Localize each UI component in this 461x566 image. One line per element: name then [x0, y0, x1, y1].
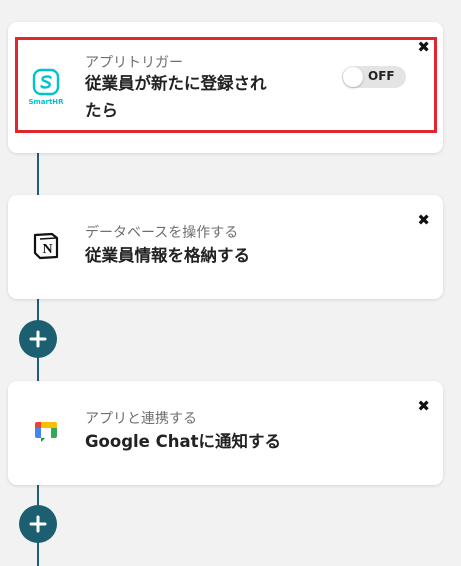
google-chat-icon	[28, 414, 64, 450]
step-category: アプリと連携する	[85, 411, 197, 427]
step-title: Google Chatに通知する	[85, 432, 281, 451]
close-icon[interactable]: ✖	[417, 39, 430, 55]
notion-icon: N	[28, 228, 64, 264]
smarthr-icon: SmartHR	[28, 66, 64, 108]
step-title: 従業員情報を格納する	[85, 246, 250, 265]
toggle-knob	[343, 67, 363, 87]
plus-icon	[29, 330, 47, 348]
add-step-button[interactable]	[19, 320, 57, 358]
close-icon[interactable]: ✖	[417, 398, 430, 414]
trigger-toggle[interactable]: OFF	[342, 66, 406, 88]
step-title: 従業員が新たに登録されたら	[85, 74, 267, 120]
step-category: アプリトリガー	[85, 55, 183, 71]
step-category: データベースを操作する	[85, 225, 239, 241]
svg-text:N: N	[42, 242, 52, 257]
flow-connector-line	[37, 150, 39, 196]
flow-step-trigger[interactable]: SmartHR アプリトリガー 従業員が新たに登録されたら OFF ✖	[8, 22, 443, 153]
smarthr-logo-mark	[32, 68, 60, 96]
flow-step-database[interactable]: N データベースを操作する 従業員情報を格納する ✖	[8, 195, 443, 299]
add-step-button[interactable]	[19, 505, 57, 543]
smarthr-logo-text: SmartHR	[28, 98, 64, 106]
close-icon[interactable]: ✖	[417, 212, 430, 228]
toggle-label: OFF	[368, 69, 395, 83]
plus-icon	[29, 515, 47, 533]
flow-step-app-action[interactable]: アプリと連携する Google Chatに通知する ✖	[8, 381, 443, 485]
